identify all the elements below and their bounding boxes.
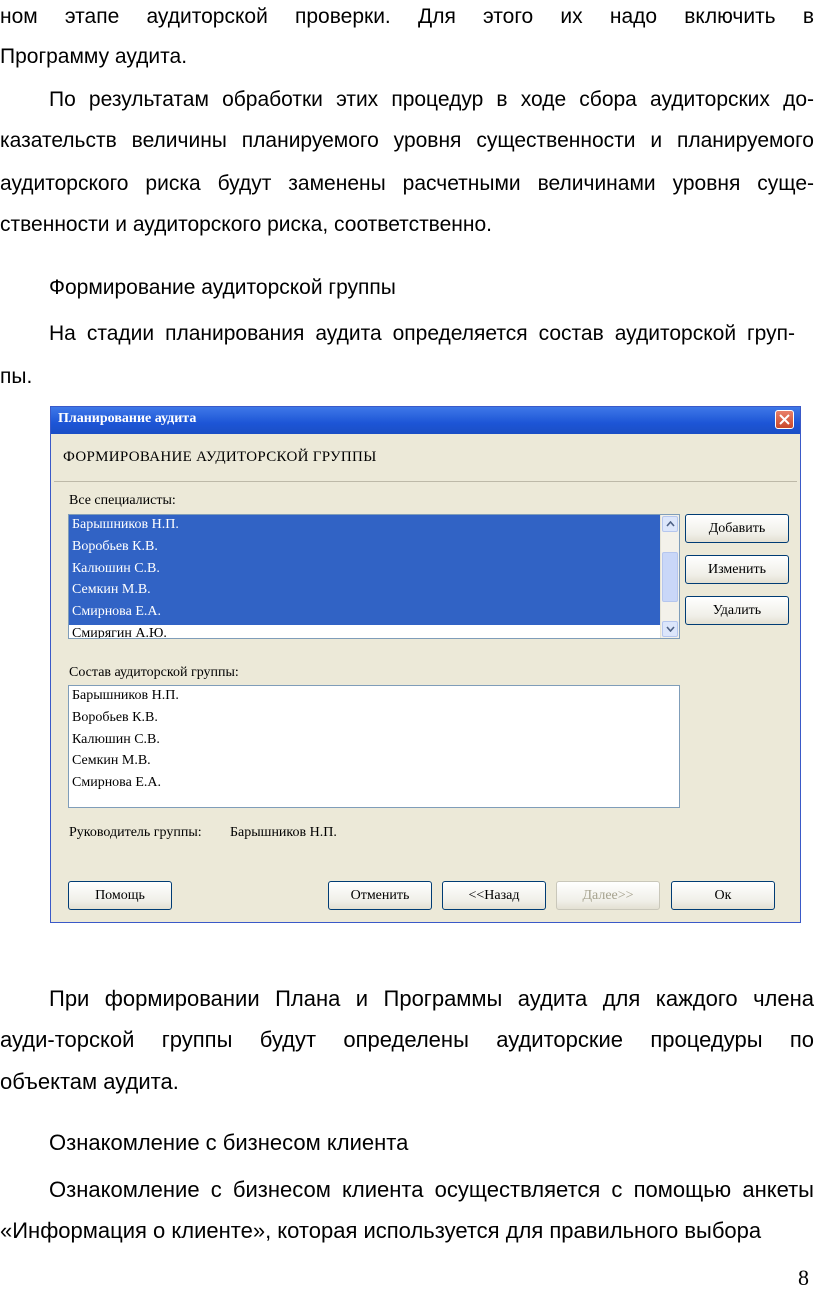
chevron-up-icon[interactable]: [662, 516, 678, 532]
ok-button[interactable]: Ок: [671, 881, 775, 910]
paragraph-line: пы.: [0, 365, 33, 388]
next-button[interactable]: Далее>>: [556, 881, 660, 910]
paragraph-line: ауди-торской группы будут определены ауд…: [0, 1027, 814, 1052]
dialog-header: ФОРМИРОВАНИЕ АУДИТОРСКОЙ ГРУППЫ: [54, 437, 797, 482]
paragraph-line: Программу аудита.: [0, 45, 188, 68]
list-item[interactable]: Калюшин С.В.: [72, 561, 160, 577]
paragraph-line: объектам аудита.: [0, 1069, 179, 1094]
back-button[interactable]: <<Назад: [442, 881, 546, 910]
delete-button[interactable]: Удалить: [685, 596, 789, 625]
paragraph-line: ственности и аудиторского риска, соответ…: [0, 213, 492, 236]
all-specialists-label: Все специалисты:: [69, 493, 176, 508]
list-item[interactable]: Смирягин А.Ю.: [72, 626, 167, 638]
dialog-header-title: ФОРМИРОВАНИЕ АУДИТОРСКОЙ ГРУППЫ: [63, 449, 377, 465]
close-icon[interactable]: [775, 410, 794, 429]
chevron-down-icon[interactable]: [662, 621, 678, 637]
help-button[interactable]: Помощь: [68, 881, 172, 910]
list-item[interactable]: Смирнова Е.А.: [72, 604, 161, 620]
edit-button[interactable]: Изменить: [685, 555, 789, 584]
add-button[interactable]: Добавить: [685, 514, 789, 543]
list-item[interactable]: Смирнова Е.А.: [72, 775, 161, 791]
paragraph-line: При формировании Плана и Программы аудит…: [49, 986, 814, 1011]
paragraph-line: «Информация о клиенте», которая использу…: [0, 1218, 762, 1243]
leader-value: Барышников Н.П.: [230, 825, 337, 840]
list-item[interactable]: Воробьев К.В.: [72, 710, 158, 726]
paragraph-line: По результатам обработки этих процедур в…: [49, 88, 814, 111]
paragraph-line: аудиторского риска будут заменены расчет…: [0, 172, 814, 195]
list-item[interactable]: Калюшин С.В.: [72, 732, 160, 748]
section-heading: Формирование аудиторской группы: [49, 276, 396, 299]
scrollbar-thumb[interactable]: [662, 552, 678, 602]
planning-dialog: Планирование аудита ФОРМИРОВАНИЕ АУДИТОР…: [50, 406, 801, 923]
dialog-titlebar: Планирование аудита: [51, 407, 800, 434]
team-members-list[interactable]: Барышников Н.П. Воробьев К.В. Калюшин С.…: [68, 685, 680, 808]
list-item[interactable]: Семкин М.В.: [72, 582, 151, 598]
dialog-title: Планирование аудита: [58, 411, 197, 426]
list-item[interactable]: Семкин М.В.: [72, 753, 151, 769]
list-item[interactable]: Барышников Н.П.: [72, 517, 179, 533]
paragraph-line: На стадии планирования аудита определяет…: [49, 322, 795, 345]
paragraph-line: ном этапе аудиторской проверки. Для этог…: [0, 5, 814, 28]
paragraph-line: Ознакомление с бизнесом клиента осуществ…: [49, 1177, 814, 1202]
list-scrollbar[interactable]: [660, 515, 679, 638]
section-heading: Ознакомление с бизнесом клиента: [49, 1130, 409, 1155]
list-item[interactable]: Воробьев К.В.: [72, 539, 158, 555]
paragraph-line: казательств величины планируемого уровня…: [0, 129, 814, 152]
all-specialists-list[interactable]: Барышников Н.П. Воробьев К.В. Калюшин С.…: [68, 514, 680, 639]
leader-label: Руководитель группы:: [69, 825, 202, 840]
page-number: 8: [798, 1265, 809, 1290]
team-label: Состав аудиторской группы:: [69, 665, 239, 680]
list-item[interactable]: Барышников Н.П.: [72, 688, 179, 704]
cancel-button[interactable]: Отменить: [328, 881, 432, 910]
